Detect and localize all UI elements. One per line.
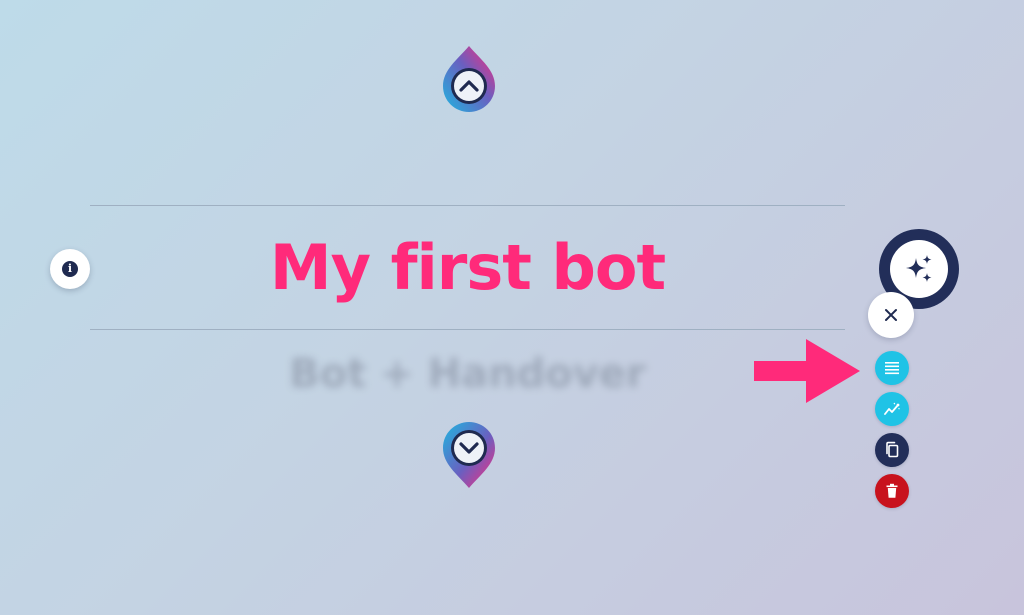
chevron-down-pin-icon [443,422,495,488]
copy-icon [886,441,899,458]
chevron-up-pin-icon [443,46,495,112]
list-lines-icon [885,362,899,375]
nav-down-button[interactable] [439,420,499,490]
sparkles-icon [906,255,932,282]
analytics-button[interactable] [875,392,909,426]
bot-subtitle: Bot + Handover [289,351,646,397]
trash-icon [886,483,898,498]
right-arrow-icon [754,339,860,403]
nav-up-button[interactable] [439,44,499,114]
delete-button[interactable] [875,474,909,508]
info-button[interactable]: i [50,249,90,289]
info-icon: i [62,261,78,277]
list-button[interactable] [875,351,909,385]
trend-chart-icon [884,402,900,415]
top-divider [90,205,845,206]
close-icon [885,309,897,321]
bottom-divider [90,329,845,330]
copy-button[interactable] [875,433,909,467]
close-button[interactable] [868,292,914,338]
bot-title: My first bot [269,231,666,304]
